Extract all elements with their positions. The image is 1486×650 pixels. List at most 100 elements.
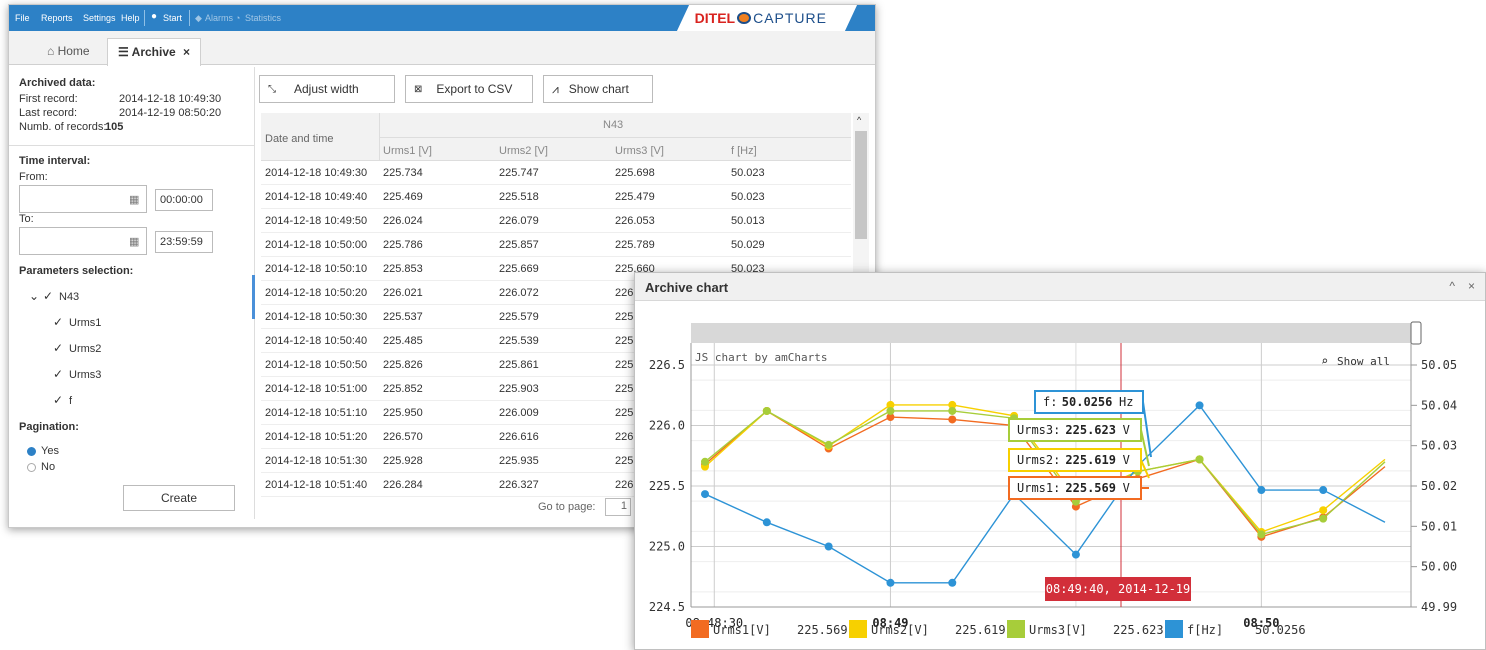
cell-urms3: 225.479: [615, 191, 655, 203]
play-icon: ●: [151, 11, 158, 22]
scrollbar-thumb[interactable]: [855, 131, 867, 239]
menu-bar: File Reports Settings Help ● Start ◆ Ala…: [9, 5, 875, 31]
chevron-down-icon[interactable]: ⌄: [29, 289, 39, 303]
menu-start[interactable]: Start: [163, 13, 182, 23]
collapse-icon[interactable]: ^: [1449, 279, 1455, 293]
cell-urms1: 225.826: [383, 359, 423, 371]
tab-home[interactable]: ⌂ Home: [37, 38, 100, 66]
table-row[interactable]: 2014-12-18 10:50:00 225.786 225.857 225.789…: [261, 233, 851, 257]
cell-urms2: 225.861: [499, 359, 539, 371]
close-icon[interactable]: ×: [183, 45, 190, 59]
column-f[interactable]: f [Hz]: [731, 145, 757, 157]
tab-archive[interactable]: ☰ Archive ×: [107, 38, 202, 66]
cell-urms1: 225.485: [383, 335, 423, 347]
column-date[interactable]: Date and time: [265, 133, 333, 145]
series-point[interactable]: [701, 490, 709, 499]
cell-urms3: 226: [615, 479, 634, 491]
series-point[interactable]: [1257, 486, 1266, 495]
check-icon[interactable]: ✓: [53, 315, 63, 329]
to-time-input[interactable]: 23:59:59: [155, 231, 213, 253]
cell-datetime: 2014-12-18 10:50:10: [265, 263, 368, 275]
check-icon[interactable]: ✓: [43, 289, 53, 303]
page-number-input[interactable]: 1: [605, 498, 631, 516]
column-urms2[interactable]: Urms2 [V]: [499, 145, 548, 157]
show-chart-label: Show chart: [568, 82, 629, 96]
records-count-label: Numb. of records:: [19, 121, 107, 133]
series-point[interactable]: [1071, 550, 1080, 559]
series-point[interactable]: [948, 406, 957, 415]
cell-urms2: 225.857: [499, 239, 539, 251]
legend-value-f: 50.0256: [1255, 623, 1306, 637]
series-point[interactable]: [1319, 486, 1328, 495]
menu-settings[interactable]: Settings: [83, 13, 116, 23]
show-all-label: Show all: [1337, 355, 1390, 368]
check-icon[interactable]: ✓: [53, 393, 63, 407]
panel-splitter[interactable]: [252, 275, 255, 319]
cell-f: 50.013: [731, 215, 765, 227]
tooltip-label: Urms2:: [1017, 453, 1060, 467]
cell-urms3: 225.698: [615, 167, 655, 179]
excel-icon: ⊠: [414, 83, 423, 95]
cell-datetime: 2014-12-18 10:49:40: [265, 191, 368, 203]
from-time-input[interactable]: 00:00:00: [155, 189, 213, 211]
column-urms3[interactable]: Urms3 [V]: [615, 145, 664, 157]
menu-reports[interactable]: Reports: [41, 13, 73, 23]
scroll-up-icon[interactable]: ^: [857, 115, 861, 125]
column-urms1[interactable]: Urms1 [V]: [383, 145, 432, 157]
menu-alarms[interactable]: Alarms: [205, 13, 233, 23]
series-point[interactable]: [948, 415, 957, 424]
to-label: To:: [19, 213, 34, 225]
cell-urms1: 225.469: [383, 191, 423, 203]
cell-urms3: 225: [615, 455, 634, 467]
table-row[interactable]: 2014-12-18 10:49:50 226.024 226.079 226.053…: [261, 209, 851, 233]
first-record-value: 2014-12-18 10:49:30: [119, 93, 222, 105]
cell-datetime: 2014-12-18 10:50:50: [265, 359, 368, 371]
export-csv-button[interactable]: ⊠ Export to CSV: [405, 75, 533, 103]
series-point[interactable]: [1257, 530, 1266, 539]
to-date-input[interactable]: [19, 227, 147, 255]
menu-help[interactable]: Help: [121, 13, 140, 23]
series-point[interactable]: [701, 457, 709, 466]
cell-urms1: 225.852: [383, 383, 423, 395]
show-chart-button[interactable]: ⩘ Show chart: [543, 75, 653, 103]
series-point[interactable]: [1195, 455, 1204, 464]
series-point[interactable]: [886, 406, 895, 415]
menu-statistics[interactable]: Statistics: [245, 13, 281, 23]
series-point[interactable]: [948, 578, 957, 587]
legend-swatch-urms3[interactable]: [1007, 620, 1025, 638]
calendar-icon[interactable]: ▦: [129, 193, 139, 206]
close-icon[interactable]: ×: [1468, 279, 1475, 293]
legend-swatch-urms2[interactable]: [849, 620, 867, 638]
calendar-icon[interactable]: ▦: [129, 235, 139, 248]
check-icon[interactable]: ✓: [53, 341, 63, 355]
series-point[interactable]: [762, 518, 771, 527]
series-point[interactable]: [1319, 514, 1328, 523]
show-all-button[interactable]: ⌕ Show all: [1321, 354, 1390, 368]
series-point[interactable]: [762, 406, 771, 415]
table-row[interactable]: 2014-12-18 10:49:40 225.469 225.518 225.479…: [261, 185, 851, 209]
scrollbar-grip[interactable]: [1410, 321, 1422, 345]
series-point[interactable]: [824, 440, 833, 449]
series-point[interactable]: [824, 542, 833, 551]
create-button[interactable]: Create: [123, 485, 235, 511]
adjust-width-button[interactable]: ⤡ Adjust width: [259, 75, 395, 103]
menu-file[interactable]: File: [15, 13, 30, 23]
check-icon[interactable]: ✓: [53, 367, 63, 381]
legend-name-urms3: Urms3[V]: [1029, 623, 1087, 637]
from-date-input[interactable]: [19, 185, 147, 213]
tooltip-value: 50.0256: [1062, 395, 1113, 409]
cell-urms2: 225.747: [499, 167, 539, 179]
series-point[interactable]: [1195, 401, 1204, 410]
table-row[interactable]: 2014-12-18 10:49:30 225.734 225.747 225.698…: [261, 161, 851, 185]
series-point[interactable]: [886, 578, 895, 587]
column-group-n43: N43: [603, 119, 624, 131]
legend-swatch-f[interactable]: [1165, 620, 1183, 638]
pagination-yes-radio[interactable]: [27, 447, 36, 456]
series-point[interactable]: [1319, 506, 1328, 515]
y-right-tick-label: 50.05: [1421, 358, 1457, 372]
pagination-no-radio[interactable]: [27, 463, 36, 472]
legend-swatch-urms1[interactable]: [691, 620, 709, 638]
y-left-tick-label: 225.5: [649, 479, 685, 493]
chart-scrollbar[interactable]: [691, 323, 1411, 343]
cell-datetime: 2014-12-18 10:50:20: [265, 287, 368, 299]
